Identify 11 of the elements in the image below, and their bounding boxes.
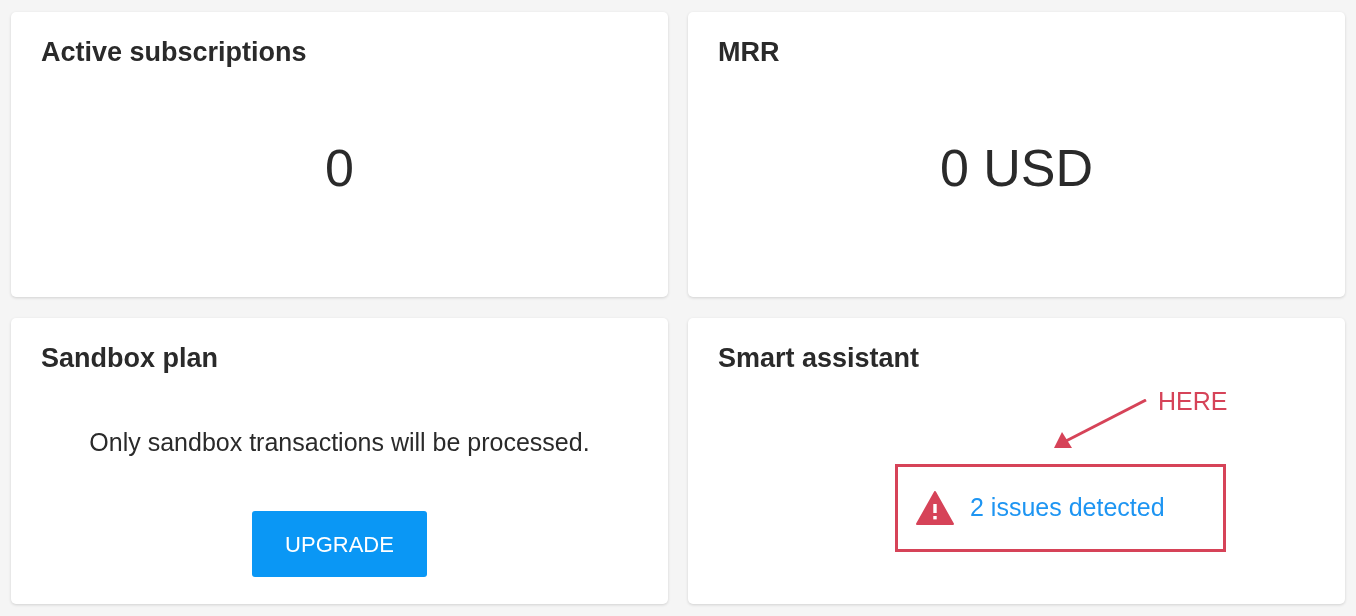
card-title: Sandbox plan xyxy=(41,342,220,375)
annotation-label: HERE xyxy=(1158,385,1228,417)
warning-icon xyxy=(916,490,954,525)
plan-message: Only sandbox transactions will be processed. xyxy=(89,426,590,458)
card-title: Smart assistant xyxy=(718,342,921,375)
card-title: MRR xyxy=(718,36,781,69)
upgrade-button[interactable]: UPGRADE xyxy=(252,511,427,578)
issues-link[interactable]: 2 issues detected xyxy=(970,489,1165,527)
metric-value: 0 USD xyxy=(939,142,1094,195)
metric-value: 0 xyxy=(325,142,354,195)
card-title: Active subscriptions xyxy=(41,36,308,69)
